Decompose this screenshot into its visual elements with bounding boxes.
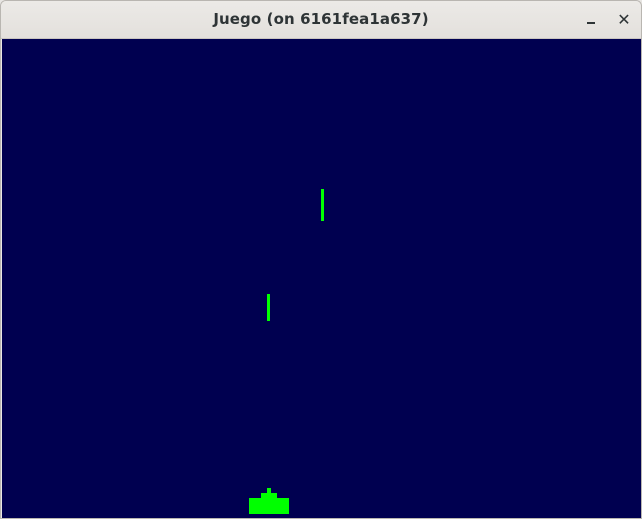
minimize-button[interactable] <box>579 8 603 32</box>
game-canvas[interactable] <box>2 39 641 518</box>
title-bar[interactable]: Juego (on 6161fea1a637) ✕ <box>1 1 641 39</box>
bullet-upper <box>321 189 324 221</box>
bullet-lower <box>267 294 270 321</box>
app-window: Juego (on 6161fea1a637) ✕ <box>0 0 642 519</box>
close-icon: ✕ <box>617 10 631 29</box>
player-ship <box>249 488 289 514</box>
close-button[interactable]: ✕ <box>612 8 636 32</box>
minimize-icon <box>587 22 595 24</box>
window-title: Juego (on 6161fea1a637) <box>213 10 429 28</box>
